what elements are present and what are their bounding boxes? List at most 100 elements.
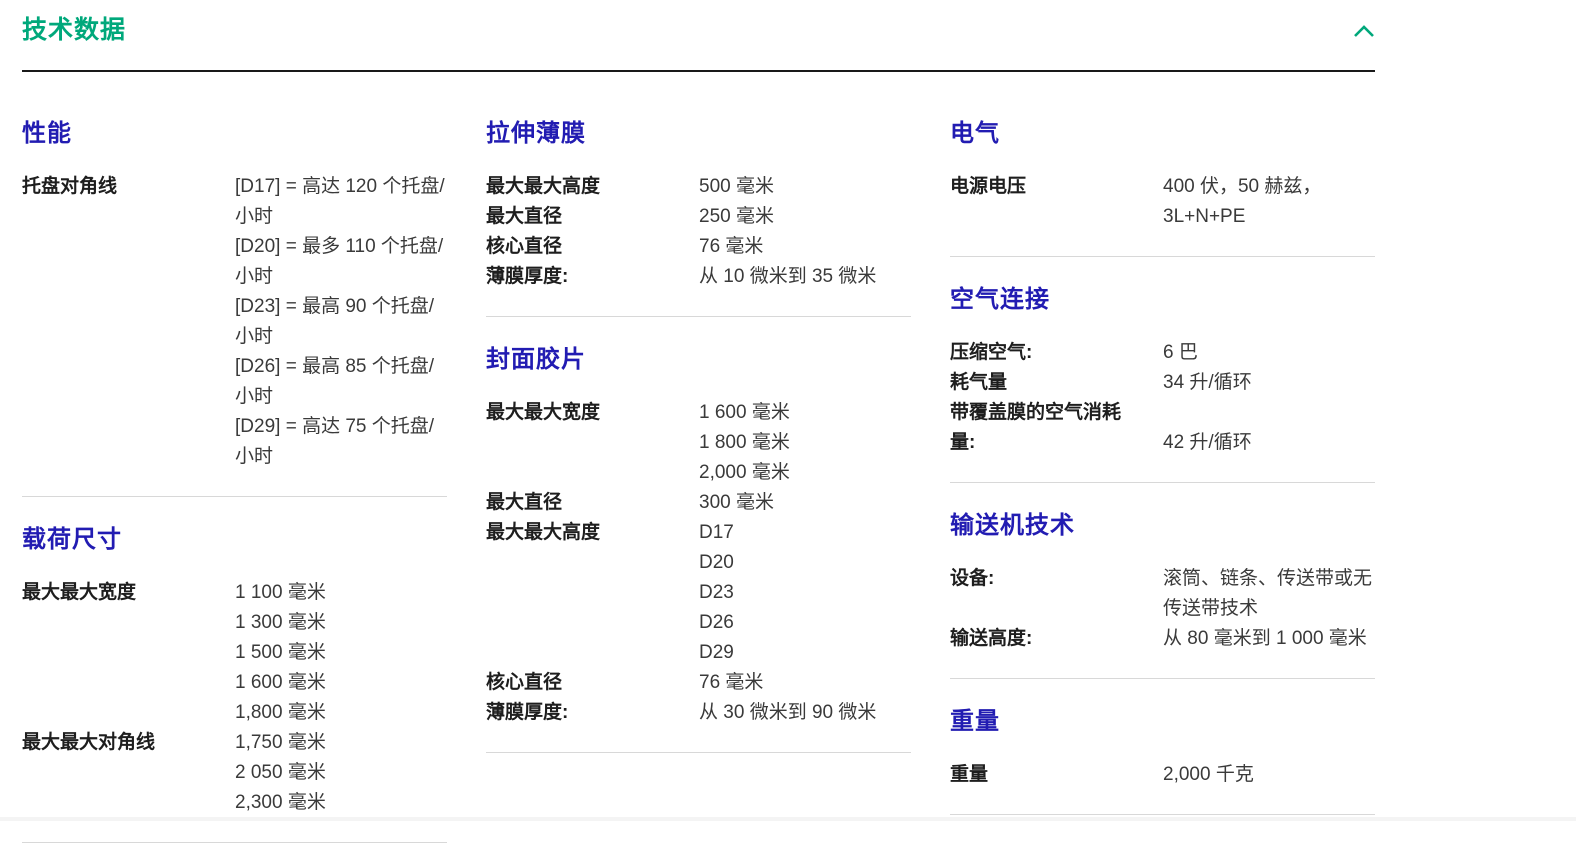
spec-label: 设备: [950, 564, 1163, 594]
spec-section: 载荷尺寸最大最大宽度1 100 毫米1 300 毫米1 500 毫米1 600 … [22, 523, 447, 843]
spec-value-line: 2,000 毫米 [699, 458, 911, 488]
section-heading: 载荷尺寸 [22, 523, 447, 557]
spec-value-line: 2,000 千克 [1163, 760, 1375, 790]
section-heading: 空气连接 [950, 283, 1375, 317]
spec-value-line: 1 800 毫米 [699, 428, 911, 458]
spec-row: 耗气量34 升/循环 [950, 368, 1375, 398]
spec-row: 电源电压400 伏，50 赫兹，3L+N+PE [950, 172, 1375, 232]
spec-row: 重量2,000 千克 [950, 760, 1375, 790]
page-title: 技术数据 [22, 14, 126, 46]
spec-value-line: [D20] = 最多 110 个托盘/小时 [235, 232, 447, 292]
spec-label: 核心直径 [486, 668, 699, 698]
spec-label: 核心直径 [486, 232, 699, 262]
spec-value: 滚筒、链条、传送带或无传送带技术 [1163, 564, 1375, 624]
spec-section: 电气电源电压400 伏，50 赫兹，3L+N+PE [950, 117, 1375, 257]
spec-label: 电源电压 [950, 172, 1163, 202]
spec-row: 输送高度:从 80 毫米到 1 000 毫米 [950, 624, 1375, 654]
spec-row: 最大最大宽度1 100 毫米1 300 毫米1 500 毫米1 600 毫米1,… [22, 578, 447, 728]
spec-column: 电气电源电压400 伏，50 赫兹，3L+N+PE 空气连接压缩空气:6 巴耗气量… [950, 72, 1375, 843]
spec-value-line: D20 [699, 548, 911, 578]
spec-row: 最大最大宽度1 600 毫米1 800 毫米2,000 毫米 [486, 398, 911, 488]
section-heading: 封面胶片 [486, 343, 911, 377]
spec-value-line: 从 30 微米到 90 微米 [699, 698, 911, 728]
spec-section: 空气连接压缩空气:6 巴耗气量34 升/循环带覆盖膜的空气消耗量:42 升/循环 [950, 283, 1375, 483]
spec-value: 76 毫米 [699, 668, 911, 698]
spec-value-line: 250 毫米 [699, 202, 911, 232]
spec-section: 重量重量2,000 千克 [950, 705, 1375, 815]
spec-value-line: [D29] = 高达 75 个托盘/小时 [235, 412, 447, 472]
spec-value-line: 2,300 毫米 [235, 788, 447, 818]
spec-value-line: 1 600 毫米 [699, 398, 911, 428]
spec-value: 76 毫米 [699, 232, 911, 262]
spec-value: [D17] = 高达 120 个托盘/小时[D20] = 最多 110 个托盘/… [235, 172, 447, 472]
spec-value-line: 6 巴 [1163, 338, 1375, 368]
technical-data-panel: 技术数据 性能托盘对角线[D17] = 高达 120 个托盘/小时[D20] =… [22, 0, 1375, 843]
spec-value: 500 毫米 [699, 172, 911, 202]
spec-value: 从 30 微米到 90 微米 [699, 698, 911, 728]
spec-value: 250 毫米 [699, 202, 911, 232]
spec-value: 42 升/循环 [1163, 428, 1375, 458]
spec-value: 300 毫米 [699, 488, 911, 518]
spec-value-line: D23 [699, 578, 911, 608]
spec-label: 托盘对角线 [22, 172, 235, 202]
spec-value-line: 2 050 毫米 [235, 758, 447, 788]
spec-value-line: 42 升/循环 [1163, 428, 1375, 458]
spec-row: 托盘对角线[D17] = 高达 120 个托盘/小时[D20] = 最多 110… [22, 172, 447, 472]
spec-label: 最大最大宽度 [22, 578, 235, 608]
spec-columns: 性能托盘对角线[D17] = 高达 120 个托盘/小时[D20] = 最多 1… [22, 72, 1375, 843]
spec-label: 最大最大高度 [486, 172, 699, 202]
spec-value-line: 500 毫米 [699, 172, 911, 202]
spec-row: 最大直径300 毫米 [486, 488, 911, 518]
spec-value-line: D26 [699, 608, 911, 638]
spec-value-line: 76 毫米 [699, 232, 911, 262]
spec-section: 输送机技术设备:滚筒、链条、传送带或无传送带技术输送高度:从 80 毫米到 1 … [950, 509, 1375, 679]
spec-section: 封面胶片最大最大宽度1 600 毫米1 800 毫米2,000 毫米最大直径30… [486, 343, 911, 753]
spec-value: 34 升/循环 [1163, 368, 1375, 398]
spec-label: 薄膜厚度: [486, 698, 699, 728]
spec-row: 最大直径250 毫米 [486, 202, 911, 232]
spec-row: 核心直径76 毫米 [486, 668, 911, 698]
spec-value-line: 从 80 毫米到 1 000 毫米 [1163, 624, 1375, 654]
spec-row: 最大最大高度D17D20D23D26D29 [486, 518, 911, 668]
spec-label: 薄膜厚度: [486, 262, 699, 292]
section-heading: 拉伸薄膜 [486, 117, 911, 151]
spec-value: 1 100 毫米1 300 毫米1 500 毫米1 600 毫米1,800 毫米 [235, 578, 447, 728]
accordion-header[interactable]: 技术数据 [22, 0, 1375, 46]
spec-value-line: 1,800 毫米 [235, 698, 447, 728]
spec-value-line: [D23] = 最高 90 个托盘/小时 [235, 292, 447, 352]
spec-row: 带覆盖膜的空气消耗量:42 升/循环 [950, 398, 1375, 458]
spec-value: 400 伏，50 赫兹，3L+N+PE [1163, 172, 1375, 232]
spec-section: 性能托盘对角线[D17] = 高达 120 个托盘/小时[D20] = 最多 1… [22, 117, 447, 497]
section-heading: 输送机技术 [950, 509, 1375, 543]
spec-value-line: 从 10 微米到 35 微米 [699, 262, 911, 292]
spec-label: 重量 [950, 760, 1163, 790]
spec-value-line: 400 伏，50 赫兹，3L+N+PE [1163, 172, 1375, 232]
section-heading: 电气 [950, 117, 1375, 151]
spec-value-line: D17 [699, 518, 911, 548]
spec-value: 1,750 毫米2 050 毫米2,300 毫米 [235, 728, 447, 818]
spec-value: 从 10 微米到 35 微米 [699, 262, 911, 292]
spec-column: 拉伸薄膜最大最大高度500 毫米最大直径250 毫米核心直径76 毫米薄膜厚度:… [486, 72, 911, 843]
spec-value-line: 1 300 毫米 [235, 608, 447, 638]
spec-value-line: 300 毫米 [699, 488, 911, 518]
spec-value-line: 34 升/循环 [1163, 368, 1375, 398]
spec-section: 拉伸薄膜最大最大高度500 毫米最大直径250 毫米核心直径76 毫米薄膜厚度:… [486, 117, 911, 317]
spec-value-line: [D17] = 高达 120 个托盘/小时 [235, 172, 447, 232]
spec-value: 1 600 毫米1 800 毫米2,000 毫米 [699, 398, 911, 488]
spec-value-line: D29 [699, 638, 911, 668]
spec-value-line: 1 600 毫米 [235, 668, 447, 698]
spec-label: 最大最大对角线 [22, 728, 235, 758]
spec-value-line: 76 毫米 [699, 668, 911, 698]
spec-value-line: 1 500 毫米 [235, 638, 447, 668]
spec-label: 带覆盖膜的空气消耗量: [950, 398, 1163, 458]
spec-column: 性能托盘对角线[D17] = 高达 120 个托盘/小时[D20] = 最多 1… [22, 72, 447, 843]
collapse-button[interactable] [1353, 24, 1375, 38]
spec-row: 最大最大对角线1,750 毫米2 050 毫米2,300 毫米 [22, 728, 447, 818]
spec-value: 2,000 千克 [1163, 760, 1375, 790]
spec-label: 输送高度: [950, 624, 1163, 654]
spec-row: 设备:滚筒、链条、传送带或无传送带技术 [950, 564, 1375, 624]
spec-row: 核心直径76 毫米 [486, 232, 911, 262]
spec-label: 最大直径 [486, 202, 699, 232]
spec-label: 最大直径 [486, 488, 699, 518]
spec-value: 6 巴 [1163, 338, 1375, 368]
